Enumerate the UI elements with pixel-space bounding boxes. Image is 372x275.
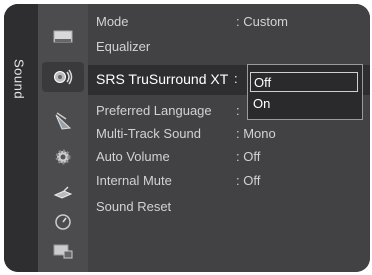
srs-options-dropdown: Off On bbox=[247, 64, 363, 120]
input-icon[interactable] bbox=[51, 182, 75, 204]
menu-value-auto-volume: : Off bbox=[236, 149, 261, 164]
menu-value-multi-track-sound: : Mono bbox=[236, 126, 276, 141]
sound-icon[interactable] bbox=[42, 62, 84, 92]
menu-value-mode: : Custom bbox=[236, 14, 289, 29]
setup-icon[interactable] bbox=[51, 146, 75, 168]
menu-item-internal-mute[interactable]: Internal Mute bbox=[96, 173, 172, 188]
menu-item-multi-track-sound[interactable]: Multi-Track Sound bbox=[96, 126, 201, 141]
picture-icon[interactable] bbox=[51, 26, 75, 48]
menu-item-preferred-language[interactable]: Preferred Language bbox=[96, 103, 212, 118]
channel-icon[interactable] bbox=[51, 110, 75, 132]
menu-icon-column bbox=[38, 4, 88, 272]
menu-item-srs-trusurround[interactable]: SRS TruSurround XT bbox=[96, 71, 228, 87]
menu-item-sound-reset[interactable]: Sound Reset bbox=[96, 199, 171, 214]
menu-value-internal-mute: : Off bbox=[236, 173, 261, 188]
menu-value-preferred-language: : bbox=[236, 103, 240, 118]
option-on[interactable]: On bbox=[250, 94, 358, 114]
sound-menu-panel: Sound Mode : Custom Equalizer SRS TruSur… bbox=[4, 4, 370, 272]
sound-menu-list: Mode : Custom Equalizer SRS TruSurround … bbox=[88, 4, 370, 272]
menu-item-mode[interactable]: Mode bbox=[96, 14, 129, 29]
option-off[interactable]: Off bbox=[250, 72, 358, 92]
support-icon[interactable] bbox=[51, 240, 75, 262]
menu-item-auto-volume[interactable]: Auto Volume bbox=[96, 149, 170, 164]
category-label: Sound bbox=[11, 58, 27, 100]
category-strip: Sound bbox=[4, 4, 38, 272]
menu-item-equalizer[interactable]: Equalizer bbox=[96, 39, 150, 54]
application-icon[interactable] bbox=[51, 211, 75, 233]
menu-value-srs-trusurround: : bbox=[234, 71, 238, 86]
